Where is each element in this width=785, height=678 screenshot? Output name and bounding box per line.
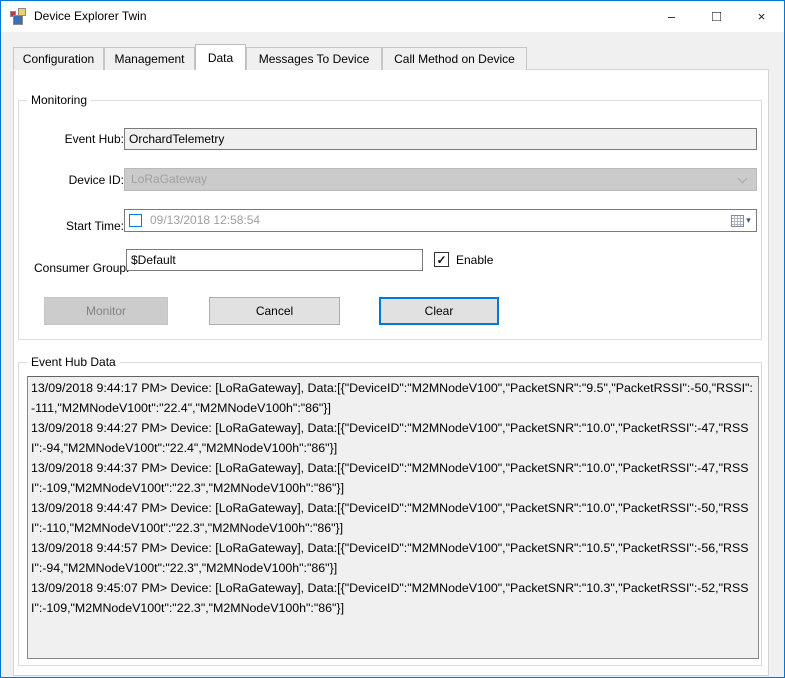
clear-button-label: Clear [425, 304, 454, 318]
log-entry: 13/09/2018 9:44:57 PM> Device: [LoRaGate… [31, 538, 755, 578]
cancel-button[interactable]: Cancel [209, 297, 340, 325]
start-time-picker[interactable]: 09/13/2018 12:58:54 ▾ [124, 209, 757, 232]
minimize-icon: – [668, 9, 675, 24]
device-id-value: LoRaGateway [131, 172, 207, 186]
enable-checkbox[interactable]: ✓ [434, 252, 449, 267]
tab-call-method-on-device[interactable]: Call Method on Device [382, 47, 527, 70]
titlebar[interactable]: Device Explorer Twin – □ × [1, 1, 784, 32]
calendar-dropdown-button[interactable]: ▾ [728, 211, 754, 230]
chevron-down-icon [738, 174, 748, 184]
close-icon: × [758, 9, 766, 24]
event-hub-data-groupbox: Event Hub Data 13/09/2018 9:44:17 PM> De… [18, 362, 762, 666]
log-entry: 13/09/2018 9:44:37 PM> Device: [LoRaGate… [31, 458, 755, 498]
minimize-button[interactable]: – [649, 1, 694, 32]
event-hub-data-legend: Event Hub Data [27, 355, 120, 369]
tab-data[interactable]: Data [195, 44, 246, 70]
tab-configuration-label: Configuration [23, 52, 94, 66]
tab-messages-to-device-label: Messages To Device [259, 52, 370, 66]
app-icon[interactable] [10, 8, 27, 25]
tab-configuration[interactable]: Configuration [13, 47, 104, 70]
calendar-icon [731, 215, 744, 227]
tab-data-label: Data [208, 51, 233, 65]
close-button[interactable]: × [739, 1, 784, 32]
event-hub-data-log[interactable]: 13/09/2018 9:44:17 PM> Device: [LoRaGate… [27, 376, 759, 659]
monitoring-legend: Monitoring [27, 93, 91, 107]
clear-button[interactable]: Clear [379, 297, 499, 325]
tab-messages-to-device[interactable]: Messages To Device [246, 47, 382, 70]
device-id-combobox[interactable]: LoRaGateway [124, 168, 757, 191]
log-entry: 13/09/2018 9:44:17 PM> Device: [LoRaGate… [31, 378, 755, 418]
cancel-button-label: Cancel [256, 304, 293, 318]
app-icon-blue-square [13, 15, 23, 25]
start-time-value: 09/13/2018 12:58:54 [150, 210, 260, 231]
tab-management-label: Management [114, 52, 184, 66]
maximize-button[interactable]: □ [694, 1, 739, 32]
calendar-dropdown-arrow-icon: ▾ [746, 216, 751, 225]
app-window: Device Explorer Twin – □ × Configuration… [0, 0, 785, 678]
log-entry: 13/09/2018 9:44:27 PM> Device: [LoRaGate… [31, 418, 755, 458]
device-id-label: Device ID: [34, 173, 124, 187]
start-time-checkbox[interactable] [129, 214, 142, 227]
log-entry: 13/09/2018 9:44:47 PM> Device: [LoRaGate… [31, 498, 755, 538]
window-controls: – □ × [649, 1, 784, 32]
event-hub-label: Event Hub: [34, 132, 124, 146]
consumer-group-input[interactable] [126, 249, 423, 271]
monitoring-groupbox: Monitoring Event Hub: Device ID: LoRaGat… [18, 100, 762, 340]
monitor-button-label: Monitor [86, 304, 126, 318]
check-icon: ✓ [436, 254, 446, 266]
enable-label: Enable [456, 253, 493, 267]
log-entry: 13/09/2018 9:45:07 PM> Device: [LoRaGate… [31, 578, 755, 618]
event-hub-input[interactable] [124, 128, 757, 150]
start-time-label: Start Time: [34, 219, 124, 233]
tab-management[interactable]: Management [104, 47, 195, 70]
maximize-icon: □ [712, 9, 721, 24]
monitor-button[interactable]: Monitor [44, 297, 168, 325]
window-title: Device Explorer Twin [34, 1, 147, 32]
consumer-group-label: Consumer Group: [34, 261, 124, 275]
tab-call-method-on-device-label: Call Method on Device [394, 52, 515, 66]
